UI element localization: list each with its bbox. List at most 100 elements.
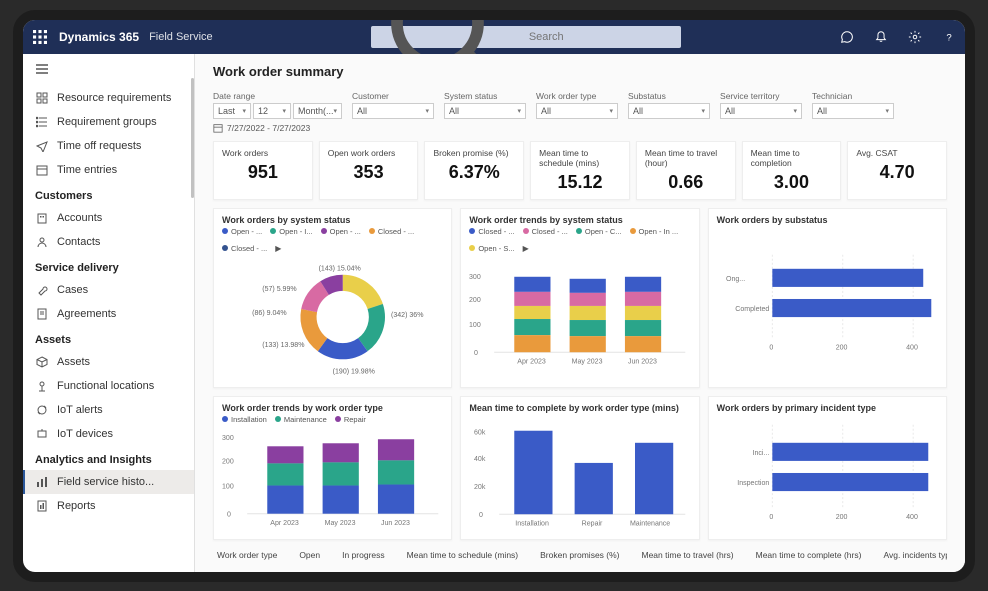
- chart-icon: [35, 475, 49, 489]
- sidebar: Resource requirements Requirement groups…: [23, 54, 195, 572]
- kpi-completion: Mean time to completion3.00: [742, 141, 842, 200]
- sidebar-item-label: Contacts: [57, 236, 100, 248]
- gear-icon[interactable]: [907, 29, 923, 45]
- chart-title: Work orders by primary incident type: [717, 403, 938, 413]
- status-select[interactable]: All▾: [444, 103, 526, 119]
- top-bar: Dynamics 365 Field Service ?: [23, 20, 965, 54]
- chevron-down-icon: ▾: [794, 107, 798, 115]
- sidebar-item-label: Time off requests: [57, 140, 141, 152]
- territory-select[interactable]: All▾: [720, 103, 802, 119]
- svg-text:Jun 2023: Jun 2023: [381, 519, 410, 526]
- svg-text:Completed: Completed: [735, 306, 769, 313]
- main-content: Work order summary Date range Last▾ 12▾ …: [195, 54, 965, 572]
- svg-text:200: 200: [222, 458, 234, 465]
- svg-text:20k: 20k: [474, 484, 486, 491]
- sidebar-item-reports[interactable]: Reports: [23, 494, 194, 518]
- svg-text:?: ?: [946, 32, 951, 43]
- chat-icon[interactable]: [839, 29, 855, 45]
- kpi-label: Open work orders: [328, 148, 410, 158]
- sidebar-item-time-off[interactable]: Time off requests: [23, 134, 194, 158]
- substatus-select[interactable]: All▾: [628, 103, 710, 119]
- svg-text:Inci...: Inci...: [752, 449, 769, 456]
- kpi-broken: Broken promise (%)6.37%: [424, 141, 524, 200]
- sidebar-item-locations[interactable]: Functional locations: [23, 374, 194, 398]
- search-input[interactable]: [529, 31, 673, 43]
- kpi-value: 0.66: [645, 172, 727, 193]
- filter-bar: Date range Last▾ 12▾ Month(...▾ 7/27/202…: [213, 91, 947, 133]
- chevron-down-icon: ▾: [886, 107, 890, 115]
- date-count-select[interactable]: 12▾: [253, 103, 291, 119]
- person-icon: [35, 235, 49, 249]
- sidebar-item-iot-alerts[interactable]: IoT alerts: [23, 398, 194, 422]
- svg-text:Inspection: Inspection: [737, 480, 769, 487]
- sidebar-item-assets[interactable]: Assets: [23, 350, 194, 374]
- sidebar-item-accounts[interactable]: Accounts: [23, 206, 194, 230]
- sidebar-item-agreements[interactable]: Agreements: [23, 302, 194, 326]
- kpi-value: 15.12: [539, 172, 621, 193]
- chart-trends-type: Work order trends by work order type Ins…: [213, 396, 452, 540]
- sidebar-item-resource-requirements[interactable]: Resource requirements: [23, 86, 194, 110]
- svg-text:(86) 9.04%: (86) 9.04%: [252, 310, 286, 317]
- calendar-icon: [213, 123, 223, 133]
- help-icon[interactable]: ?: [941, 29, 957, 45]
- kpi-open: Open work orders353: [319, 141, 419, 200]
- svg-text:(57) 5.99%: (57) 5.99%: [262, 285, 296, 292]
- svg-text:200: 200: [835, 514, 847, 521]
- svg-text:400: 400: [906, 344, 918, 351]
- svg-text:Apr 2023: Apr 2023: [518, 358, 547, 365]
- report-icon: [35, 499, 49, 513]
- date-unit-select[interactable]: Month(...▾: [293, 103, 342, 119]
- building-icon: [35, 211, 49, 225]
- svg-text:May 2023: May 2023: [572, 358, 603, 365]
- grid-icon: [35, 91, 49, 105]
- hamburger-icon[interactable]: [23, 54, 194, 84]
- svg-text:(143) 15.04%: (143) 15.04%: [319, 265, 361, 272]
- svg-text:300: 300: [222, 435, 234, 442]
- sidebar-scrollbar[interactable]: [191, 78, 194, 198]
- sidebar-item-time-entries[interactable]: Time entries: [23, 158, 194, 182]
- chart-legend: Open - ... Open - I... Open - ... Closed…: [222, 227, 443, 253]
- sidebar-item-requirement-groups[interactable]: Requirement groups: [23, 110, 194, 134]
- svg-text:0: 0: [479, 512, 483, 519]
- kpi-value: 4.70: [856, 162, 938, 183]
- svg-text:(190) 19.98%: (190) 19.98%: [333, 368, 375, 375]
- chevron-down-icon: ▾: [518, 107, 522, 115]
- type-select[interactable]: All▾: [536, 103, 618, 119]
- chart-mean-time-type: Mean time to complete by work order type…: [460, 396, 699, 540]
- svg-text:0: 0: [227, 511, 231, 518]
- svg-text:60k: 60k: [474, 429, 486, 436]
- technician-select[interactable]: All▾: [812, 103, 894, 119]
- date-last-select[interactable]: Last▾: [213, 103, 251, 119]
- svg-text:100: 100: [469, 322, 481, 329]
- chart-substatus: Work orders by substatus Ong... Complete…: [708, 208, 947, 388]
- device-icon: [35, 427, 49, 441]
- alert-icon: [35, 403, 49, 417]
- app-launcher-icon[interactable]: [31, 28, 49, 46]
- svg-text:Repair: Repair: [582, 520, 603, 527]
- kpi-label: Mean time to schedule (mins): [539, 148, 621, 168]
- sidebar-item-label: Field service histo...: [57, 476, 154, 488]
- sidebar-item-iot-devices[interactable]: IoT devices: [23, 422, 194, 446]
- svg-text:100: 100: [222, 483, 234, 490]
- customer-select[interactable]: All▾: [352, 103, 434, 119]
- filter-label: Work order type: [536, 91, 618, 101]
- sidebar-item-label: IoT alerts: [57, 404, 103, 416]
- svg-text:Maintenance: Maintenance: [630, 520, 670, 527]
- chart-legend: Installation Maintenance Repair: [222, 415, 443, 424]
- chevron-down-icon: ▾: [702, 107, 706, 115]
- kpi-value: 3.00: [751, 172, 833, 193]
- filter-label: Technician: [812, 91, 894, 101]
- sidebar-item-contacts[interactable]: Contacts: [23, 230, 194, 254]
- sidebar-item-field-service-history[interactable]: Field service histo...: [23, 470, 194, 494]
- bell-icon[interactable]: [873, 29, 889, 45]
- chevron-down-icon: ▾: [426, 107, 430, 115]
- body: Resource requirements Requirement groups…: [23, 54, 965, 572]
- kpi-label: Avg. CSAT: [856, 148, 938, 158]
- calendar-icon: [35, 163, 49, 177]
- filter-label: Customer: [352, 91, 434, 101]
- search-box[interactable]: [371, 26, 681, 48]
- kpi-row: Work orders951 Open work orders353 Broke…: [213, 141, 947, 200]
- sidebar-item-cases[interactable]: Cases: [23, 278, 194, 302]
- sidebar-item-label: Accounts: [57, 212, 102, 224]
- col-header: Avg. incidents types: [883, 550, 947, 560]
